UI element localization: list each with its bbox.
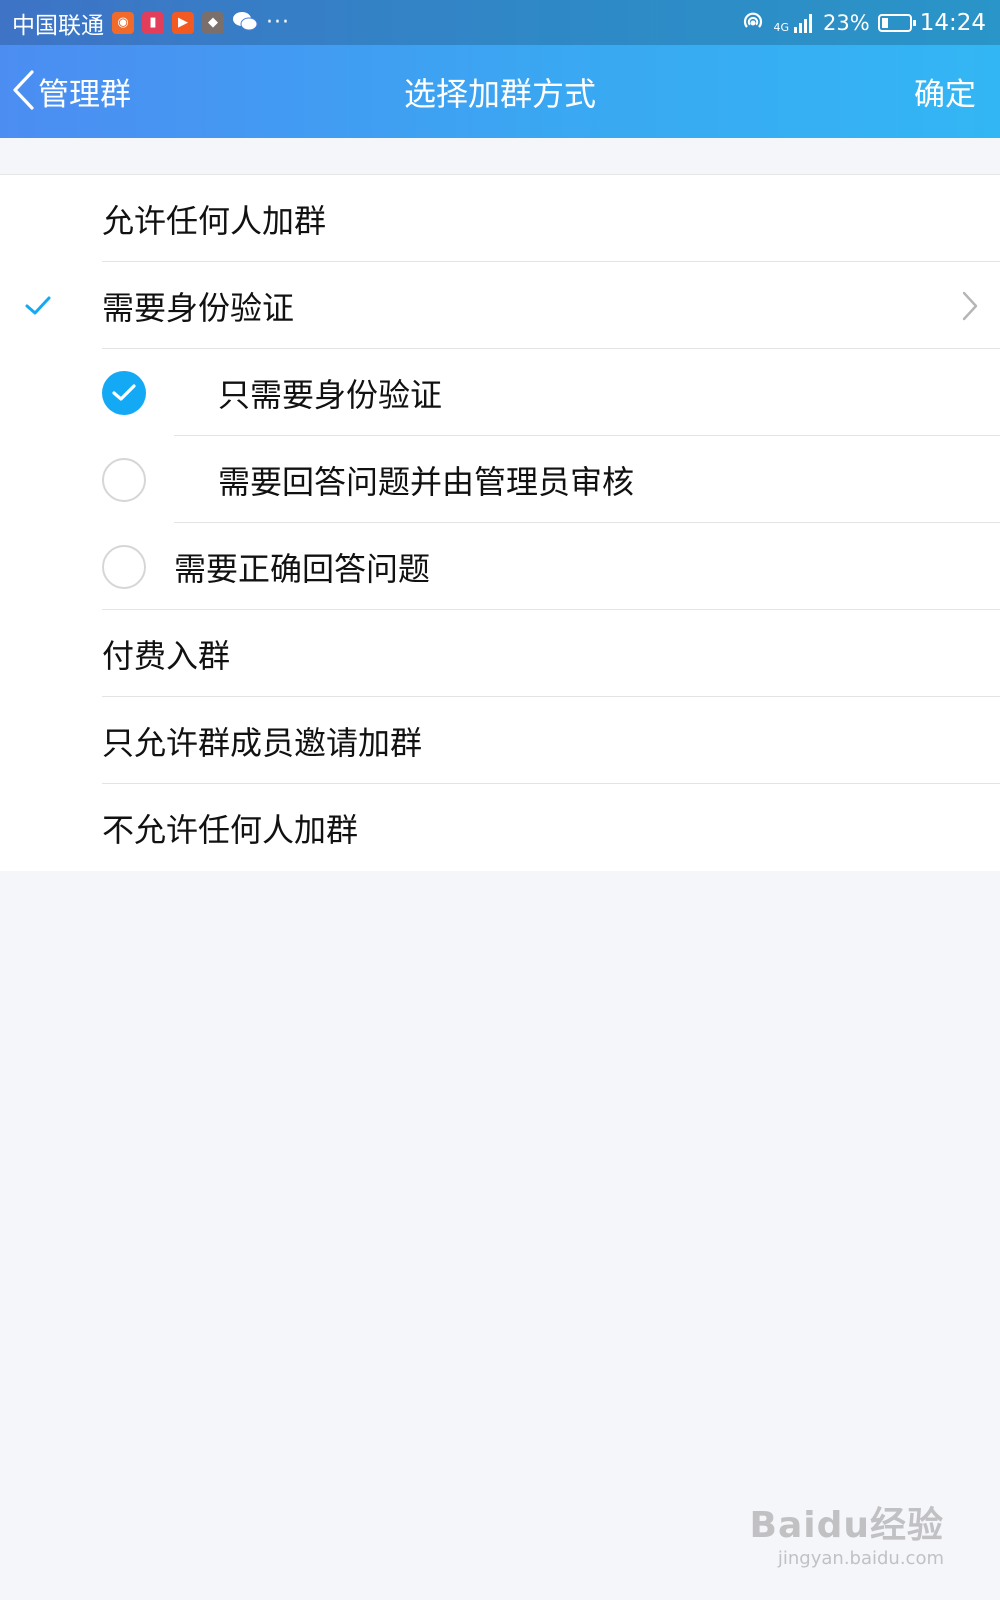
option-members-invite-only[interactable]: 只允许群成员邀请加群 [0,697,1000,784]
chevron-right-icon [962,262,978,349]
watermark: Baidu经验 jingyan.baidu.com [750,1496,944,1569]
option-label: 需要身份验证 [102,288,295,327]
back-label: 管理群 [38,77,131,113]
option-label: 允许任何人加群 [102,201,327,240]
page-title: 选择加群方式 [403,74,596,113]
notification-book-icon: ▮ [142,11,164,34]
confirm-button[interactable]: 确定 [914,45,976,138]
option-label: 不允许任何人加群 [102,810,359,849]
watermark-url: jingyan.baidu.com [777,1548,944,1569]
status-bar: 中国联通 ◉ ▮ ▶ ◆ ··· 4G 23% 14:24 [0,0,1000,45]
join-method-list: 允许任何人加群 需要身份验证 只需要身份验证 需要回答问题并由管理员审核 需要正… [0,174,1000,871]
carrier-label: 中国联通 [12,12,104,39]
signal-icon: 4G [773,13,815,33]
sub-option-verification-only[interactable]: 只需要身份验证 [0,349,1000,436]
selected-check-icon [24,262,52,349]
option-label: 只允许群成员邀请加群 [102,723,423,762]
nav-bar: 管理群 选择加群方式 确定 [0,45,1000,138]
radio-unchecked-icon[interactable] [102,457,146,502]
wechat-icon [232,10,258,36]
notification-game-icon: ◆ [202,11,224,34]
sub-option-label: 需要回答问题并由管理员审核 [218,462,635,501]
clock: 14:24 [919,9,986,36]
radio-checked-icon[interactable] [102,370,146,415]
battery-fill [881,17,888,28]
option-allow-anyone[interactable]: 允许任何人加群 [0,175,1000,262]
option-require-verification[interactable]: 需要身份验证 [0,262,1000,349]
notification-app-icon: ◉ [112,11,134,34]
radio-unchecked-icon[interactable] [102,544,146,589]
network-type-label: 4G [773,20,790,34]
option-paid-join[interactable]: 付费入群 [0,610,1000,697]
battery-icon [877,13,916,32]
header: 中国联通 ◉ ▮ ▶ ◆ ··· 4G 23% 14:24 管理群 选择加群方式… [0,0,1000,138]
hotspot-icon [741,9,765,37]
notification-video-icon: ▶ [172,11,194,34]
back-button[interactable]: 管理群 [10,45,131,138]
watermark-brand: Baidu经验 [749,1505,944,1546]
sub-option-label: 只需要身份验证 [218,375,443,414]
option-disallow-anyone[interactable]: 不允许任何人加群 [0,784,1000,871]
option-label: 付费入群 [102,636,231,675]
sub-option-answer-and-admin-review[interactable]: 需要回答问题并由管理员审核 [0,436,1000,523]
sub-option-answer-correctly[interactable]: 需要正确回答问题 [0,523,1000,610]
more-notifications-icon: ··· [266,10,290,35]
chevron-left-icon [10,68,36,116]
battery-percent: 23% [823,10,870,35]
sub-option-label: 需要正确回答问题 [174,549,431,588]
